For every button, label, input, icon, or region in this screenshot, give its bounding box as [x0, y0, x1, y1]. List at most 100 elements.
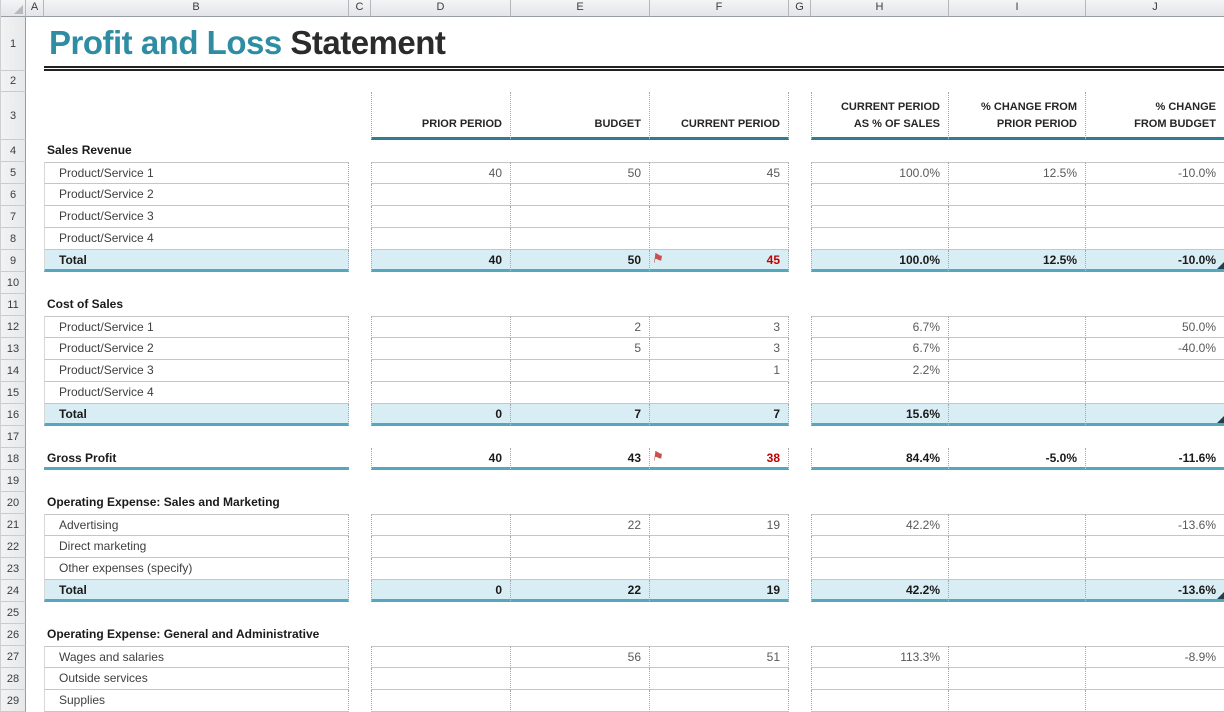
cell-current[interactable]: 19 [650, 514, 789, 536]
row-header-16[interactable]: 16 [1, 404, 26, 426]
section-title-opex-sales-marketing[interactable]: Operating Expense: Sales and Marketing [44, 492, 349, 514]
empty-cell[interactable] [349, 668, 371, 690]
col-header-pct-of-sales[interactable]: CURRENT PERIODAS % OF SALES [811, 92, 949, 140]
empty-cell[interactable] [26, 360, 44, 382]
cell-budget[interactable] [511, 690, 650, 712]
empty-cell[interactable] [789, 338, 811, 360]
cell-budget[interactable]: 50 [511, 250, 650, 272]
cell-chg-budget[interactable] [1086, 690, 1224, 712]
row-header-6[interactable]: 6 [1, 184, 26, 206]
cell-prior[interactable] [371, 646, 511, 668]
row-label[interactable]: Product/Service 2 [44, 184, 349, 206]
cell-chg-budget[interactable]: -10.0% [1086, 162, 1224, 184]
cell-pct-sales[interactable]: 42.2% [811, 514, 949, 536]
row-label[interactable]: Wages and salaries [44, 646, 349, 668]
cell-chg-budget[interactable]: -13.6% [1086, 580, 1224, 602]
empty-cell[interactable] [26, 426, 44, 448]
col-header-budget[interactable]: BUDGET [511, 92, 650, 140]
cell-pct-sales[interactable] [811, 558, 949, 580]
empty-cell[interactable] [789, 404, 811, 426]
row-header-28[interactable]: 28 [1, 668, 26, 690]
cell-prior[interactable] [371, 536, 511, 558]
cell-chg-budget[interactable] [1086, 536, 1224, 558]
row-header-15[interactable]: 15 [1, 382, 26, 404]
cell-current[interactable]: 1 [650, 360, 789, 382]
row-header-18[interactable]: 18 [1, 448, 26, 470]
row-label[interactable]: Outside services [44, 668, 349, 690]
row-header-20[interactable]: 20 [1, 492, 26, 514]
empty-cell[interactable] [789, 228, 811, 250]
cell-chg-prior[interactable] [949, 404, 1086, 426]
row-header-14[interactable]: 14 [1, 360, 26, 382]
col-header-change-from-budget[interactable]: % CHANGEFROM BUDGET [1086, 92, 1224, 140]
cell-budget[interactable]: 22 [511, 580, 650, 602]
column-header-a[interactable]: A [26, 0, 44, 17]
cell-current[interactable] [650, 382, 789, 404]
row-label[interactable]: Other expenses (specify) [44, 558, 349, 580]
empty-cell[interactable] [349, 382, 371, 404]
empty-cell[interactable] [44, 92, 349, 140]
cell-pct-sales[interactable] [811, 184, 949, 206]
column-header-i[interactable]: I [949, 0, 1086, 17]
row-label[interactable]: Product/Service 3 [44, 206, 349, 228]
row-header-11[interactable]: 11 [1, 294, 26, 316]
cell-prior[interactable]: 0 [371, 404, 511, 426]
cell-budget[interactable] [511, 382, 650, 404]
column-header-j[interactable]: J [1086, 0, 1224, 17]
col-header-prior-period[interactable]: PRIOR PERIOD [371, 92, 511, 140]
empty-cell[interactable] [789, 668, 811, 690]
cell-current[interactable]: 45 [650, 162, 789, 184]
empty-cell[interactable] [26, 448, 44, 470]
empty-cell[interactable] [349, 228, 371, 250]
cell-prior[interactable] [371, 206, 511, 228]
cell-prior[interactable] [371, 338, 511, 360]
empty-cell[interactable] [26, 71, 44, 92]
row-label[interactable]: Product/Service 4 [44, 228, 349, 250]
cell-current[interactable]: 3 [650, 338, 789, 360]
empty-cell[interactable] [26, 492, 44, 514]
cell-pct-sales[interactable]: 2.2% [811, 360, 949, 382]
section-title-sales-revenue[interactable]: Sales Revenue [44, 140, 349, 162]
row-label[interactable]: Product/Service 3 [44, 360, 349, 382]
empty-cell[interactable] [789, 580, 811, 602]
empty-cell[interactable] [26, 602, 44, 624]
cell-chg-prior[interactable] [949, 360, 1086, 382]
total-label[interactable]: Total [44, 580, 349, 602]
cell-current[interactable] [650, 206, 789, 228]
cell-current[interactable] [650, 668, 789, 690]
column-header-d[interactable]: D [371, 0, 511, 17]
row-header-25[interactable]: 25 [1, 602, 26, 624]
cell-prior[interactable] [371, 668, 511, 690]
empty-cell[interactable] [26, 382, 44, 404]
col-header-current-period[interactable]: CURRENT PERIOD [650, 92, 789, 140]
empty-cell[interactable] [26, 316, 44, 338]
cell-current[interactable]: 7 [650, 404, 789, 426]
cell-chg-prior[interactable] [949, 558, 1086, 580]
cell-pct-sales[interactable]: 6.7% [811, 316, 949, 338]
empty-cell[interactable] [789, 206, 811, 228]
empty-cell[interactable] [789, 92, 811, 140]
cell-budget[interactable] [511, 360, 650, 382]
row-header-2[interactable]: 2 [1, 71, 26, 92]
empty-cell[interactable] [789, 690, 811, 712]
empty-cell[interactable] [789, 558, 811, 580]
row-header-13[interactable]: 13 [1, 338, 26, 360]
cell-prior[interactable]: 40 [371, 162, 511, 184]
cell-chg-budget[interactable]: 50.0% [1086, 316, 1224, 338]
cell-current[interactable]: 19 [650, 580, 789, 602]
cell-chg-prior[interactable] [949, 316, 1086, 338]
worksheet-title-cell[interactable]: Profit and Loss Statement [44, 17, 1224, 71]
cell-chg-budget[interactable]: -11.6% [1086, 448, 1224, 470]
cell-budget[interactable]: 7 [511, 404, 650, 426]
empty-cell[interactable] [349, 690, 371, 712]
col-header-change-from-prior[interactable]: % CHANGE FROMPRIOR PERIOD [949, 92, 1086, 140]
empty-cell[interactable] [349, 206, 371, 228]
cell-prior[interactable] [371, 360, 511, 382]
cell-prior[interactable]: 40 [371, 448, 511, 470]
cell-chg-prior[interactable]: -5.0% [949, 448, 1086, 470]
row-header-23[interactable]: 23 [1, 558, 26, 580]
empty-cell[interactable] [789, 316, 811, 338]
cell-pct-sales[interactable] [811, 206, 949, 228]
row-header-7[interactable]: 7 [1, 206, 26, 228]
empty-cell[interactable] [789, 184, 811, 206]
